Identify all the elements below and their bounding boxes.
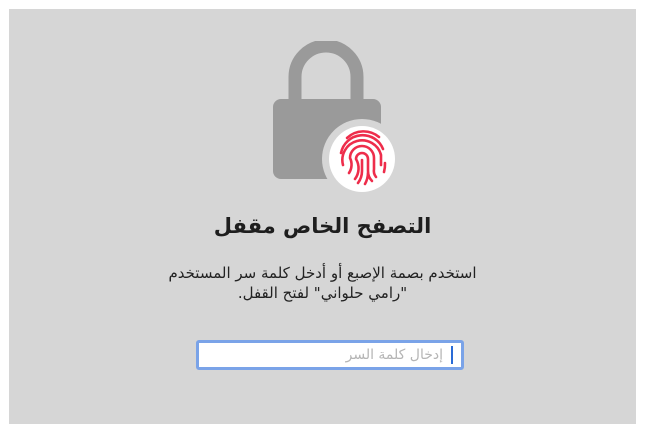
page-title: التصفح الخاص مقفل: [213, 214, 432, 238]
password-field[interactable]: إدخال كلمة السر: [196, 340, 464, 370]
fingerprint-icon: [322, 119, 399, 199]
padlock-icon: [273, 41, 399, 199]
lock-illustration: [269, 41, 399, 199]
text-cursor: [451, 346, 453, 364]
password-placeholder: إدخال كلمة السر: [345, 347, 443, 363]
unlock-instructions: استخدم بصمة الإصبع أو أدخل كلمة سر المست…: [168, 264, 477, 302]
